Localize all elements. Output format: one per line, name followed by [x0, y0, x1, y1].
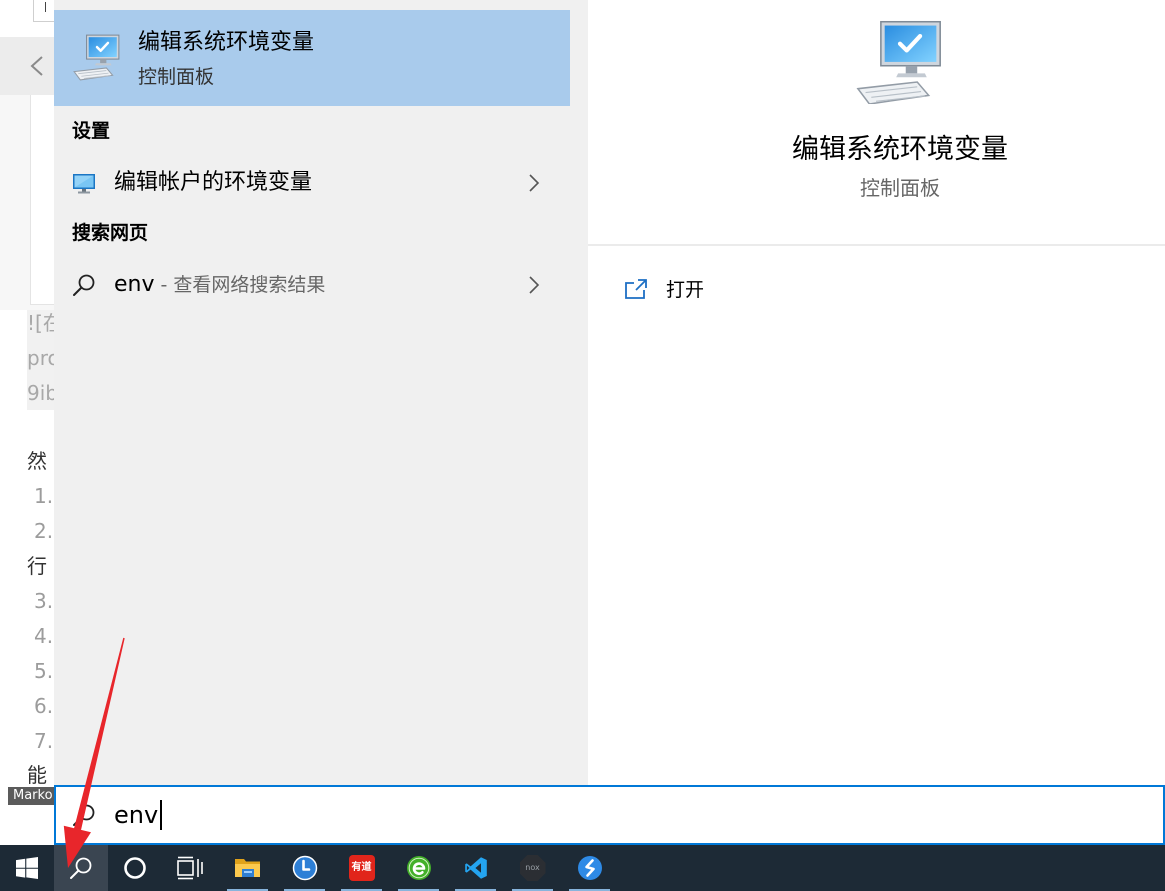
taskbar-app-youdao[interactable]: 有道	[333, 845, 390, 891]
search-input[interactable]: env	[114, 799, 162, 831]
vscode-icon	[464, 857, 487, 879]
youdao-icon: 有道	[348, 855, 375, 881]
chevron-right-icon[interactable]	[526, 275, 542, 295]
task-view-button[interactable]	[162, 845, 218, 891]
browser-e-icon	[406, 856, 431, 880]
blue-s-app-icon	[577, 856, 602, 880]
chevron-right-icon[interactable]	[526, 173, 542, 193]
background-card	[30, 95, 54, 305]
background-text-line: pro	[27, 346, 54, 370]
best-match-item[interactable]: 编辑系统环境变量 控制面板	[54, 10, 570, 106]
background-list-number: 4.	[34, 624, 54, 648]
taskbar-app-vscode[interactable]	[447, 845, 504, 891]
system-environment-icon	[73, 34, 120, 81]
preview-subtitle: 控制面板	[860, 176, 940, 200]
result-item-label: env - 查看网络搜索结果	[114, 270, 325, 300]
result-item-web-search[interactable]: env - 查看网络搜索结果	[54, 260, 570, 310]
web-query-text: env	[114, 272, 155, 297]
open-action-label: 打开	[666, 279, 705, 301]
background-text-line: 然	[27, 449, 47, 473]
system-environment-icon	[856, 20, 941, 104]
taskbar-app-clock[interactable]	[276, 845, 333, 891]
background-list-number: 1.	[34, 484, 54, 508]
background-text-line: ![在	[27, 311, 54, 335]
background-text-line: 9ib	[27, 381, 54, 405]
background-text-line: 行	[27, 554, 47, 578]
web-search-hint: - 查看网络搜索结果	[154, 274, 326, 296]
result-item-account-env[interactable]: 编辑帐户的环境变量	[54, 158, 570, 208]
windows-logo-icon	[16, 857, 38, 879]
background-list-number: 2.	[34, 519, 54, 543]
taskbar-app-file-explorer[interactable]	[219, 845, 276, 891]
cortana-button[interactable]	[108, 845, 162, 891]
text-caret	[160, 800, 162, 830]
result-item-label: 编辑帐户的环境变量	[114, 170, 313, 195]
preview-title: 编辑系统环境变量	[792, 134, 1008, 165]
search-icon	[70, 857, 92, 879]
preview-divider	[588, 244, 1165, 246]
best-match-title: 编辑系统环境变量	[138, 30, 315, 55]
background-list-number: 6.	[34, 694, 54, 718]
background-list-number: 5.	[34, 659, 54, 683]
section-heading-settings: 设置	[72, 120, 111, 142]
background-list-number: 3.	[34, 589, 54, 613]
clock-icon	[292, 855, 317, 881]
open-icon	[625, 279, 647, 299]
section-heading-web: 搜索网页	[72, 222, 149, 244]
background-list-number: 7.	[34, 729, 54, 753]
start-button[interactable]	[0, 845, 54, 891]
task-view-icon	[177, 856, 203, 880]
search-box[interactable]: env	[54, 785, 1165, 845]
background-input-box[interactable]	[33, 0, 54, 22]
open-action[interactable]: 打开	[588, 270, 1165, 310]
search-panel: 编辑系统环境变量 控制面板 设置 编辑帐户的环境变量 搜索网页 env - 查看…	[54, 0, 1165, 785]
background-text-line: 能	[27, 763, 47, 787]
taskbar-search-button[interactable]	[54, 845, 108, 891]
search-icon	[73, 274, 95, 296]
background-editor-window: ![在 pro 9ib 然 1. 2. 行 3. 4. 5. 6. 7. 能 M…	[0, 0, 54, 845]
folder-icon	[234, 859, 260, 877]
monitor-icon	[73, 174, 95, 194]
best-match-subtitle: 控制面板	[138, 66, 215, 88]
taskbar-app-nox[interactable]: nox	[504, 845, 561, 891]
editor-mode-label: Marko	[8, 787, 54, 805]
preview-pane: 编辑系统环境变量 控制面板 打开	[588, 0, 1165, 785]
taskbar-app-blue-s[interactable]	[561, 845, 618, 891]
search-icon	[73, 804, 95, 826]
search-query-text: env	[114, 801, 159, 829]
cortana-icon	[124, 857, 146, 879]
taskbar-app-browser[interactable]	[390, 845, 447, 891]
taskbar: 有道 nox	[0, 845, 1165, 891]
search-results-list: 编辑系统环境变量 控制面板 设置 编辑帐户的环境变量 搜索网页 env - 查看…	[54, 0, 570, 785]
background-nav-bar	[0, 37, 54, 95]
nox-icon: nox	[519, 855, 546, 881]
chevron-left-icon[interactable]	[29, 55, 45, 77]
text-caret	[45, 2, 46, 12]
